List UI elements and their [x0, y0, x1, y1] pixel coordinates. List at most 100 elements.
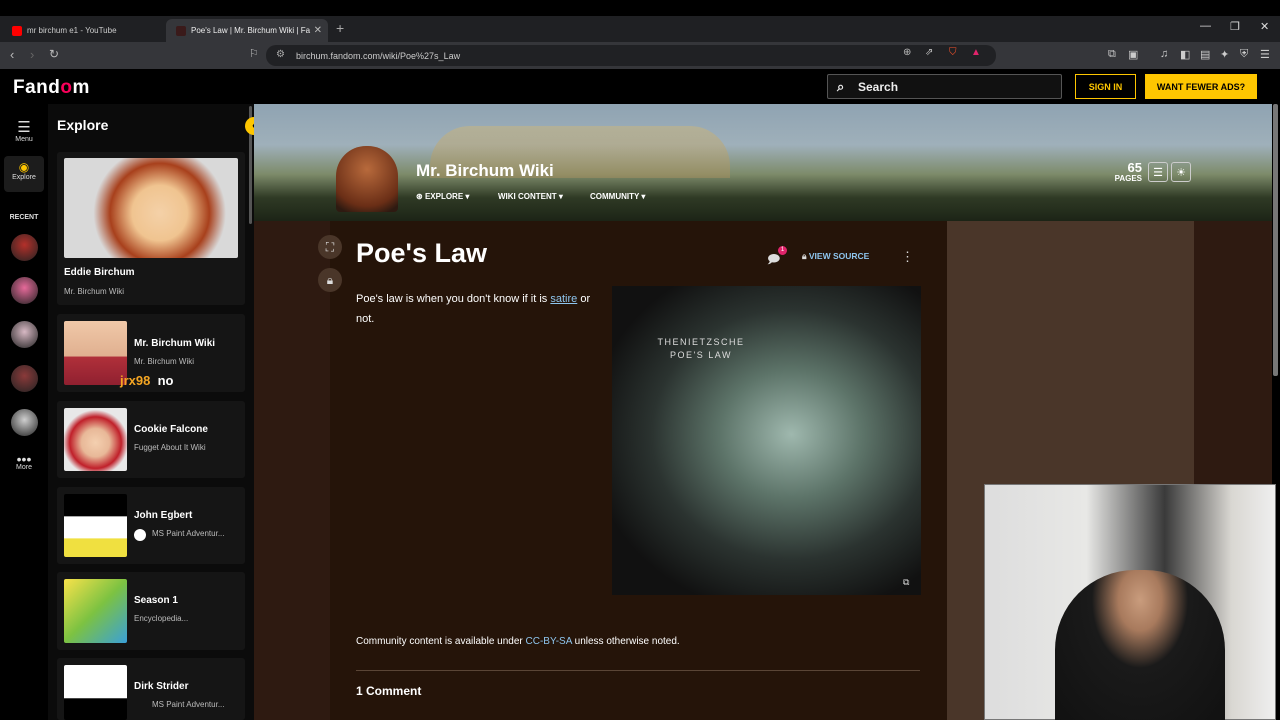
page-count-label: PAGES [1114, 174, 1142, 183]
lock-icon: 🔒︎ [802, 251, 809, 261]
sun-icon: ☀ [1176, 166, 1186, 179]
zoom-icon[interactable]: ⊕ [903, 47, 911, 58]
more-dots-icon: ••• [16, 451, 32, 467]
license-notice: Community content is available under CC-… [356, 636, 680, 647]
view-source-button[interactable]: 🔒︎ VIEW SOURCE [802, 251, 869, 262]
discussions-icon: ☰ [1153, 166, 1163, 179]
browser-menu-icon[interactable]: ☰ [1260, 48, 1270, 61]
satire-link[interactable]: satire [550, 293, 577, 305]
recent-wiki-avatar-5[interactable] [11, 409, 38, 436]
rail-explore[interactable]: ◉ Explore [4, 156, 44, 192]
wiki-nav-wiki-content[interactable]: WIKI CONTENT ▾ [498, 192, 563, 201]
share-icon[interactable]: ⇗ [925, 47, 933, 58]
reload-icon[interactable]: ↻ [49, 47, 59, 61]
tab-youtube[interactable]: mr birchum e1 - YouTube [2, 19, 164, 42]
article-body: Poe's law is when you don't know if it i… [356, 289, 596, 329]
back-icon[interactable]: ‹ [10, 47, 14, 62]
leo-ai-icon[interactable]: ✦ [1220, 48, 1229, 61]
stream-chat-overlay: jrx98 no [120, 373, 174, 388]
explore-card-john-egbert[interactable]: John Egbert MS Paint Adventur... [57, 487, 245, 564]
logo-flame-o: o [60, 77, 73, 98]
image-caption-line-2: POE'S LAW [670, 350, 732, 360]
card-image [64, 408, 127, 471]
tab-label: Poe's Law | Mr. Birchum Wiki | Fa [191, 26, 311, 35]
card-image [64, 158, 238, 258]
card-title: Cookie Falcone [134, 424, 208, 435]
chevron-down-icon: ▾ [463, 192, 470, 201]
media-icon[interactable]: ♫ [1160, 48, 1168, 60]
screen-top-bar [0, 0, 1280, 16]
card-subtitle: Mr. Birchum Wiki [64, 287, 124, 296]
page-scrollbar[interactable] [1273, 104, 1278, 376]
fullscreen-button[interactable]: ⛶ [318, 235, 342, 259]
explore-title: Explore [57, 117, 109, 133]
card-image [64, 321, 127, 385]
fewer-ads-button[interactable]: WANT FEWER ADS? [1145, 74, 1257, 99]
recent-wiki-avatar-1[interactable] [11, 234, 38, 261]
brave-rewards-icon[interactable]: ▲ [971, 47, 981, 58]
fandom-logo[interactable]: Fandom [13, 77, 90, 99]
wiki-avatar[interactable] [336, 146, 398, 212]
discussions-button[interactable]: ☰ [1148, 162, 1168, 182]
new-tab-button[interactable]: + [336, 20, 344, 36]
explore-card-dirk-strider[interactable]: Dirk Strider MS Paint Adventur... [57, 658, 245, 720]
rail-explore-label: Explore [12, 174, 36, 181]
rail-menu-label: Menu [15, 136, 33, 143]
card-image [64, 494, 127, 557]
forward-icon[interactable]: › [30, 47, 34, 62]
wiki-nav-label: WIKI CONTENT [498, 192, 557, 201]
youtube-favicon-icon [12, 25, 22, 36]
site-info-icon[interactable]: ⚙ [276, 49, 285, 60]
more-actions-icon[interactable]: ⋮ [901, 249, 914, 265]
card-title: John Egbert [134, 510, 193, 521]
card-subtitle: Encyclopedia... [134, 614, 189, 623]
wiki-nav-explore[interactable]: ⊛ EXPLORE ▾ [416, 192, 469, 201]
browser-tab-strip: mr birchum e1 - YouTube Poe's Law | Mr. … [0, 16, 1280, 42]
chat-username: jrx98 [120, 373, 151, 388]
divider [356, 670, 920, 671]
tab-fandom[interactable]: Poe's Law | Mr. Birchum Wiki | Fa ✕ [166, 19, 328, 42]
vpn-icon[interactable]: ⛨ [1240, 48, 1248, 61]
card-title: Eddie Birchum [64, 267, 135, 278]
card-image [64, 665, 127, 720]
streamer-video [1055, 570, 1225, 720]
recent-wiki-avatar-4[interactable] [11, 365, 38, 392]
brave-shields-icon[interactable]: ⛉ [949, 47, 957, 58]
explore-card-eddie[interactable]: Eddie Birchum Mr. Birchum Wiki [57, 152, 245, 305]
card-title: Season 1 [134, 595, 178, 606]
license-link[interactable]: CC-BY-SA [526, 636, 572, 647]
search-input[interactable]: ⌕ Search [827, 74, 1062, 99]
explore-card-cookie-falcone[interactable]: Cookie Falcone Fugget About It Wiki [57, 401, 245, 478]
license-text: Community content is available under [356, 636, 526, 647]
wiki-nav-label: COMMUNITY [590, 192, 640, 201]
recent-wiki-avatar-3[interactable] [11, 321, 38, 348]
close-window-icon[interactable]: ✕ [1260, 20, 1269, 33]
sign-in-button[interactable]: SIGN IN [1075, 74, 1136, 99]
rail-more[interactable]: ••• More [4, 451, 44, 471]
page-count: 65 PAGES [1108, 161, 1142, 183]
theme-toggle-button[interactable]: ☀ [1171, 162, 1191, 182]
poes-law-album-image[interactable] [612, 286, 921, 595]
minimize-icon[interactable]: — [1200, 20, 1211, 32]
wallet-icon[interactable]: ▣ [1128, 48, 1138, 61]
address-bar[interactable]: ⚙ birchum.fandom.com/wiki/Poe%27s_Law [266, 45, 996, 66]
explore-card-season-1[interactable]: Season 1 Encyclopedia... [57, 572, 245, 650]
card-subtitle: Mr. Birchum Wiki [134, 357, 194, 366]
page-title: Poe's Law [356, 238, 487, 268]
reading-list-icon[interactable]: ▤ [1200, 48, 1210, 61]
wiki-nav-community[interactable]: COMMUNITY ▾ [590, 192, 645, 201]
card-title: Mr. Birchum Wiki [134, 338, 216, 349]
sidebar-toggle-icon[interactable]: ◧ [1180, 48, 1190, 61]
protection-button[interactable]: 🔒︎ [318, 268, 342, 292]
close-tab-icon[interactable]: ✕ [314, 25, 322, 36]
extensions-icon[interactable]: ⧉ [1108, 48, 1116, 61]
rail-menu[interactable]: ☰ Menu [4, 118, 44, 143]
expand-image-icon[interactable]: ⧉ [903, 577, 909, 588]
bookmark-icon[interactable]: ⚐ [249, 47, 259, 60]
wiki-name[interactable]: Mr. Birchum Wiki [416, 161, 554, 181]
wiki-nav-label: EXPLORE [424, 192, 464, 201]
search-placeholder: Search [858, 79, 899, 94]
recent-wiki-avatar-2[interactable] [11, 277, 38, 304]
maximize-icon[interactable]: ❐ [1230, 20, 1240, 33]
image-caption: THENIETZSCHE POE'S LAW [655, 336, 747, 362]
